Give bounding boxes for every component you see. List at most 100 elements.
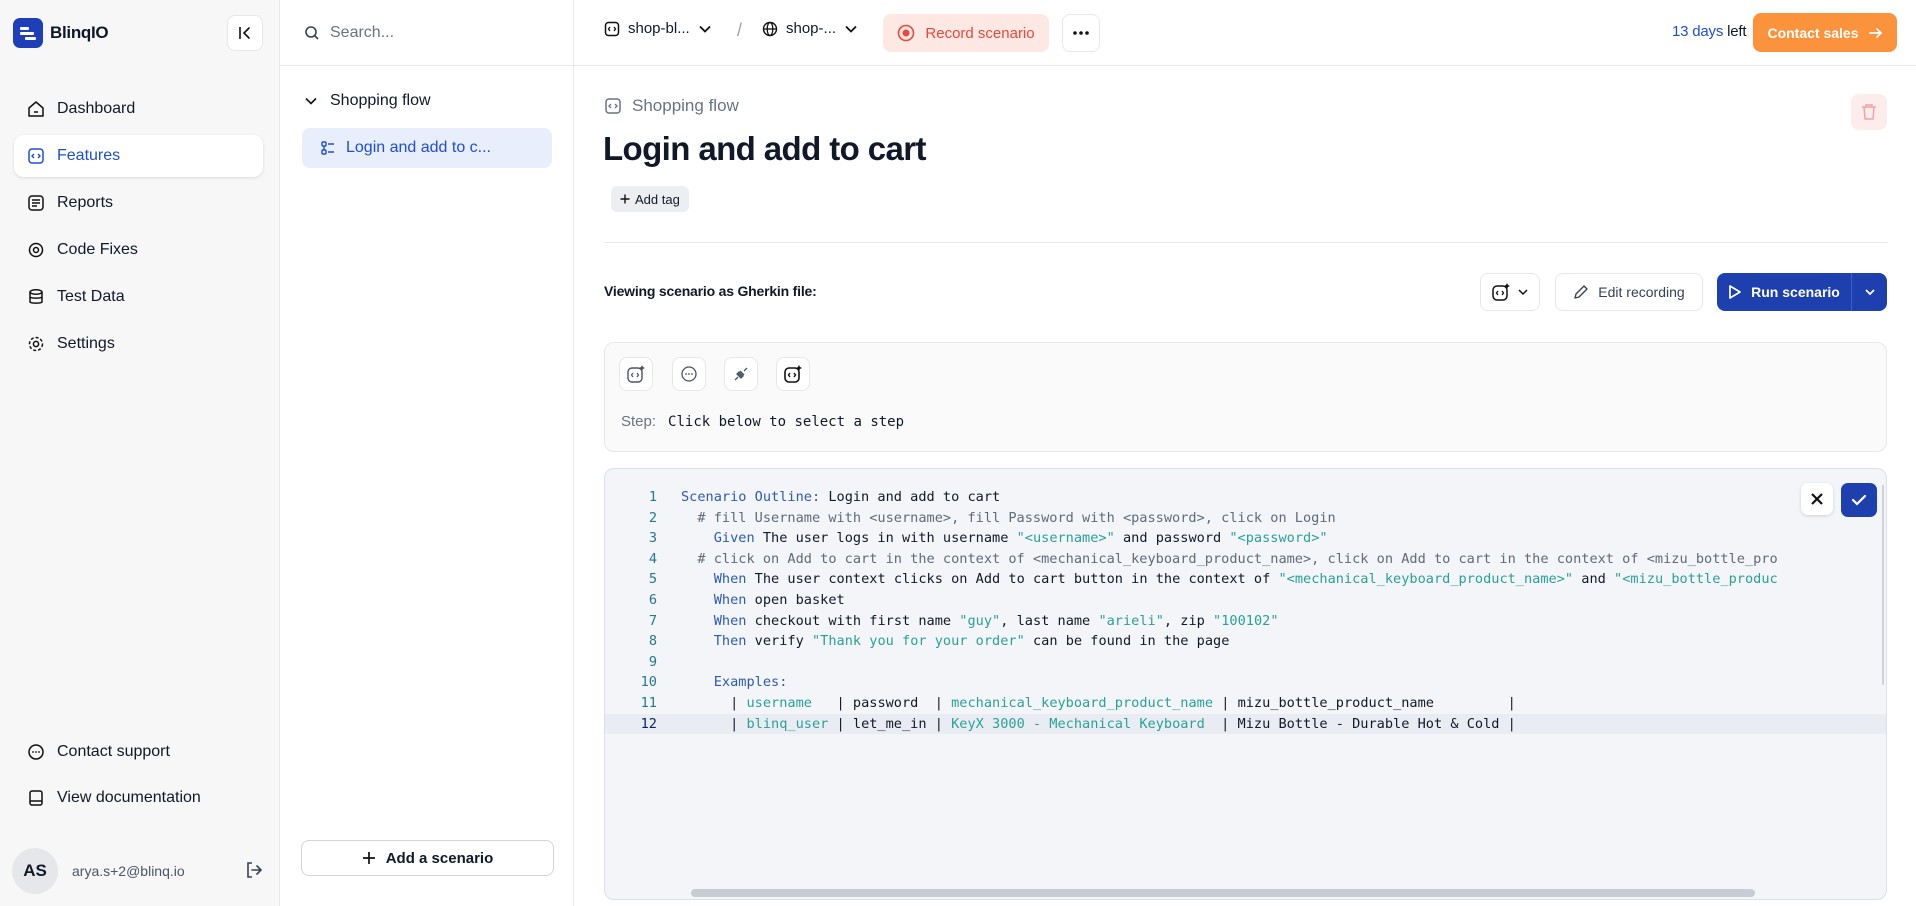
code-line[interactable]: 2 # fill Username with <username>, fill … — [605, 508, 1886, 529]
project-icon — [604, 21, 620, 36]
add-scenario-button[interactable]: Add a scenario — [301, 840, 554, 876]
code-line[interactable]: 5 When The user context clicks on Add to… — [605, 569, 1886, 590]
code-line[interactable]: 11 | username | password | mechanical_ke… — [605, 693, 1886, 714]
sidebar-item-label: Code Fixes — [57, 241, 138, 258]
user-profile[interactable]: AS arya.s+2@blinq.io — [12, 848, 185, 894]
sidebar-item-dashboard[interactable]: Dashboard — [14, 88, 263, 130]
view-documentation-link[interactable]: View documentation — [14, 777, 263, 819]
environment-selector[interactable]: shop-... — [762, 20, 858, 37]
save-changes-button[interactable] — [1841, 483, 1877, 517]
chevron-down-icon — [305, 97, 317, 105]
logout-button[interactable] — [244, 860, 264, 880]
contact-sales-button[interactable]: Contact sales — [1753, 13, 1897, 52]
project-selector[interactable]: shop-bl... — [604, 20, 712, 37]
code-text[interactable]: | blinq_user | let_me_in | KeyX 3000 - M… — [657, 714, 1516, 735]
feature-breadcrumb-label: Shopping flow — [632, 96, 739, 115]
add-tag-button[interactable]: Add tag — [611, 186, 689, 212]
ai-assist-dropdown[interactable] — [1480, 273, 1540, 311]
user-email: arya.s+2@blinq.io — [72, 863, 185, 879]
run-scenario-label: Run scenario — [1751, 284, 1840, 300]
feature-folder[interactable]: Shopping flow — [304, 92, 431, 110]
search-bar — [280, 0, 574, 66]
sidebar-item-code-fixes[interactable]: Code Fixes — [14, 229, 263, 271]
run-scenario-button[interactable]: Run scenario — [1717, 273, 1851, 311]
code-lines[interactable]: 1 Scenario Outline: Login and add to cart… — [605, 487, 1886, 735]
line-number: 12 — [640, 715, 657, 732]
comment-step-button[interactable] — [672, 357, 706, 391]
plug-icon — [734, 367, 748, 381]
view-mode-label: Viewing scenario as Gherkin file: — [604, 283, 817, 299]
code-line[interactable]: 12 | blinq_user | let_me_in | KeyX 3000 … — [605, 713, 1886, 735]
run-scenario-button-group: Run scenario — [1717, 273, 1887, 311]
sidebar-item-label: Reports — [57, 194, 114, 211]
code-text[interactable]: Given The user logs in with username "<u… — [657, 528, 1328, 549]
sidebar-item-features[interactable]: Features — [14, 135, 263, 177]
code-text[interactable]: # fill Username with <username>, fill Pa… — [657, 508, 1335, 529]
code-line[interactable]: 1 Scenario Outline: Login and add to cart — [605, 487, 1886, 508]
scenario-view: Shopping flow Login and add to cart Add … — [574, 66, 1916, 906]
code-line[interactable]: 3 Given The user logs in with username "… — [605, 528, 1886, 549]
horizontal-scrollbar[interactable] — [691, 889, 1755, 897]
ai-code-icon — [784, 365, 802, 383]
step-text: Click below to select a step — [668, 414, 905, 430]
collapse-left-icon — [239, 27, 250, 39]
scenario-list-item[interactable]: Login and add to c... — [302, 128, 552, 168]
code-text[interactable]: | username | password | mechanical_keybo… — [657, 693, 1516, 714]
environment-name: shop-... — [786, 20, 837, 37]
sidebar-item-test-data[interactable]: Test Data — [14, 276, 263, 318]
line-number: 11 — [640, 694, 657, 711]
ai-code-icon — [1492, 283, 1510, 301]
discard-changes-button[interactable] — [1801, 483, 1833, 515]
scenario-list-label: Login and add to c... — [346, 139, 491, 156]
sidebar-item-reports[interactable]: Reports — [14, 182, 263, 224]
search-input[interactable] — [330, 23, 560, 42]
brand-logo[interactable]: BlinqIO — [13, 18, 109, 48]
collapse-sidebar-button[interactable] — [227, 15, 263, 51]
code-line[interactable]: 9 — [605, 652, 1886, 673]
ai-fix-step-button[interactable] — [776, 357, 810, 391]
code-text[interactable]: Scenario Outline: Login and add to cart — [657, 487, 1000, 508]
view-documentation-label: View documentation — [57, 789, 201, 806]
edit-recording-button[interactable]: Edit recording — [1555, 273, 1703, 311]
globe-icon — [762, 21, 778, 36]
search-icon — [305, 25, 319, 40]
code-line[interactable]: 10 Examples: — [605, 672, 1886, 693]
feature-breadcrumb[interactable]: Shopping flow — [604, 96, 739, 116]
project-name: shop-bl... — [628, 20, 690, 37]
record-scenario-button[interactable]: Record scenario — [883, 14, 1049, 52]
brand-name: BlinqIO — [50, 23, 109, 42]
feature-file-icon — [605, 98, 621, 114]
ai-code-icon — [627, 365, 645, 383]
line-number: 5 — [648, 571, 657, 588]
gear-icon — [28, 336, 44, 352]
code-text[interactable]: # click on Add to cart in the context of… — [657, 549, 1777, 570]
contact-support-link[interactable]: Contact support — [14, 731, 263, 773]
code-line[interactable]: 7 When checkout with first name "guy", l… — [605, 611, 1886, 632]
page-title: Login and add to cart — [603, 130, 927, 167]
more-options-button[interactable] — [1062, 14, 1100, 52]
code-line[interactable]: 4 # click on Add to cart in the context … — [605, 549, 1886, 570]
disconnect-step-button[interactable] — [724, 357, 758, 391]
feature-folder-label: Shopping flow — [330, 92, 431, 109]
code-line[interactable]: 6 When open basket — [605, 590, 1886, 611]
code-text[interactable] — [657, 652, 681, 673]
avatar: AS — [12, 848, 58, 894]
code-text[interactable]: When checkout with first name "guy", las… — [657, 611, 1279, 632]
code-text[interactable]: Then verify "Thank you for your order" c… — [657, 631, 1230, 652]
code-text[interactable]: Examples: — [657, 672, 788, 693]
code-text[interactable]: When open basket — [657, 590, 845, 611]
code-line[interactable]: 8 Then verify "Thank you for your order"… — [605, 631, 1886, 652]
ai-generate-step-button[interactable] — [619, 357, 653, 391]
sidebar-item-label: Settings — [57, 335, 115, 352]
gherkin-editor[interactable]: 1 Scenario Outline: Login and add to cart… — [604, 468, 1887, 900]
run-options-dropdown[interactable] — [1851, 273, 1887, 311]
line-number: 6 — [648, 591, 657, 608]
check-icon — [1851, 494, 1867, 506]
logout-icon — [247, 862, 263, 878]
sidebar-item-settings[interactable]: Settings — [14, 323, 263, 365]
sidebar-item-label: Test Data — [57, 288, 125, 305]
trial-days: 13 days — [1672, 23, 1724, 40]
code-text[interactable]: When The user context clicks on Add to c… — [657, 569, 1778, 590]
more-horizontal-icon — [1073, 31, 1089, 35]
delete-scenario-button[interactable] — [1851, 94, 1887, 130]
